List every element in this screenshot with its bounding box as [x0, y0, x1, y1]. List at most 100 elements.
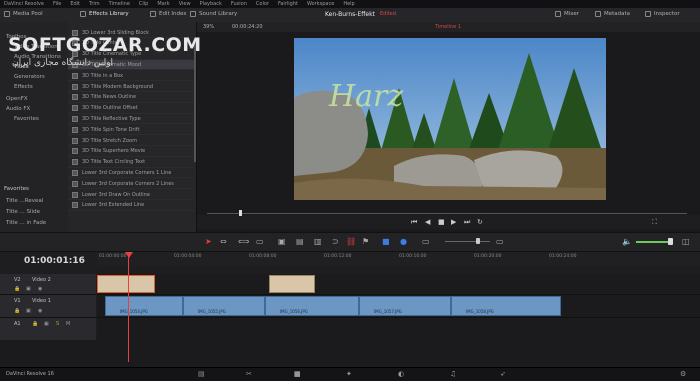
effect-item[interactable]: 3D Title Text Circling Text [68, 158, 194, 168]
menu-fusion[interactable]: Fusion [231, 1, 247, 7]
favorite-item[interactable]: Title ...Reveal [6, 198, 43, 204]
fusion-page-icon[interactable]: ✦ [346, 370, 352, 378]
audio-meter-icon[interactable]: ◫ [682, 237, 690, 246]
sidebar-fairlight-fx[interactable]: Favorites [14, 116, 39, 122]
edit-index-button[interactable]: Edit Index [150, 11, 187, 17]
effect-item[interactable]: 3D Title News Outline [68, 93, 194, 103]
menu-file[interactable]: File [53, 1, 61, 7]
color-page-icon[interactable]: ◐ [398, 370, 404, 378]
scrubber-handle[interactable] [239, 210, 242, 216]
menu-fairlight[interactable]: Fairlight [278, 1, 298, 7]
blade-tool-icon[interactable]: ▭ [256, 237, 264, 246]
metadata-button[interactable]: Metadata [595, 11, 630, 17]
visibility-icon[interactable]: ◉ [38, 286, 42, 292]
solo-icon[interactable]: S [56, 321, 59, 327]
timeline-ruler[interactable]: 01:00:00:00 01:00:04:00 01:00:08:00 01:0… [97, 252, 700, 266]
inspector-button[interactable]: Inspector [645, 11, 680, 17]
lock-icon[interactable]: 🔒 [14, 286, 20, 292]
menu-trim[interactable]: Trim [89, 1, 100, 7]
auto-select-icon[interactable]: ▣ [26, 286, 31, 292]
menu-playback[interactable]: Playback [200, 1, 222, 7]
cut-page-icon[interactable]: ✂ [246, 370, 252, 378]
zoom-slider-handle[interactable] [476, 238, 480, 244]
menu-mark[interactable]: Mark [157, 1, 169, 7]
replace-clip-icon[interactable]: ▥ [314, 237, 322, 246]
playhead[interactable] [128, 252, 129, 362]
effects-library-button[interactable]: Effects Library [80, 11, 129, 17]
insert-clip-icon[interactable]: ▣ [278, 237, 286, 246]
mute-icon[interactable]: M [66, 321, 70, 327]
effect-item[interactable]: 3D Title Reflective Type [68, 114, 194, 125]
track-area-a1[interactable] [97, 318, 700, 341]
timeline-selector[interactable]: Timeline 1 [435, 24, 461, 30]
favorite-item[interactable]: Title ... in Fade [6, 220, 46, 226]
sidebar-openfx[interactable]: OpenFX [6, 96, 28, 102]
zoom-out-icon[interactable]: ▭ [422, 237, 430, 246]
auto-select-icon[interactable]: ▣ [44, 321, 49, 327]
mixer-button[interactable]: Mixer [555, 11, 579, 17]
effect-item[interactable]: 3D Title Modern Background [68, 82, 194, 92]
lock-icon[interactable]: 🔒 [14, 308, 20, 314]
skip-back-icon[interactable]: ⏮ [411, 218, 417, 227]
overwrite-clip-icon[interactable]: ▤ [296, 237, 304, 246]
trim-tool-icon[interactable]: ⇔ [220, 237, 227, 246]
visibility-icon[interactable]: ◉ [38, 308, 42, 314]
effect-item[interactable]: 3D Title Spin Tone Drift [68, 125, 194, 136]
sidebar-generators[interactable]: Generators [14, 74, 45, 80]
favorite-item[interactable]: Title ... Slide [6, 209, 40, 215]
viewer-scrubber[interactable] [207, 213, 687, 214]
effect-item[interactable]: 3D Title Outline Offset [68, 104, 194, 114]
sound-library-button[interactable]: Sound Library [190, 11, 237, 17]
volume-slider[interactable] [636, 241, 670, 243]
menu-edit[interactable]: Edit [70, 1, 80, 7]
media-pool-button[interactable]: Media Pool [4, 11, 43, 17]
sidebar-effects[interactable]: Effects [14, 84, 33, 90]
effects-scrollbar[interactable] [194, 42, 196, 162]
fullscreen-icon[interactable]: ⛶ [652, 218, 657, 227]
play-reverse-icon[interactable]: ◀ [425, 218, 430, 226]
loop-icon[interactable]: ↻ [477, 218, 483, 226]
track-area-v2[interactable] [97, 274, 700, 295]
selection-tool-icon[interactable]: ➤ [205, 237, 212, 246]
menu-timeline[interactable]: Timeline [109, 1, 130, 7]
menu-view[interactable]: View [179, 1, 191, 7]
track-header-a1[interactable]: A1 🔒 ▣ S M [0, 318, 96, 341]
menu-color[interactable]: Color [256, 1, 269, 7]
track-header-v1[interactable]: V1 Video 1 🔒 ▣ ◉ [0, 295, 96, 318]
lock-icon[interactable]: 🔒 [32, 321, 38, 327]
dynamic-trim-icon[interactable]: ⟺ [238, 237, 249, 246]
effect-item[interactable]: Lower 3rd Extended Line [68, 201, 194, 211]
flag-icon[interactable]: ■ [382, 237, 390, 246]
video-clip[interactable]: IMG_1055.JPG [183, 296, 265, 316]
playhead-handle[interactable] [125, 252, 133, 258]
menu-app[interactable]: DaVinci Resolve [4, 1, 44, 7]
track-header-v2[interactable]: V2 Video 2 🔒 ▣ ◉ [0, 274, 96, 295]
link-icon[interactable]: ⛓ [346, 237, 356, 246]
title-clip[interactable] [97, 275, 155, 293]
snapping-icon[interactable]: ⊃ [332, 237, 339, 246]
timeline-zoom-slider[interactable] [445, 241, 490, 242]
position-lock-icon[interactable]: ⚑ [362, 237, 369, 246]
deliver-page-icon[interactable]: ➶ [500, 370, 506, 378]
menu-workspace[interactable]: Workspace [307, 1, 334, 7]
play-icon[interactable]: ▶ [451, 218, 456, 226]
auto-select-icon[interactable]: ▣ [26, 308, 31, 314]
media-page-icon[interactable]: ▤ [198, 370, 205, 378]
edit-page-icon[interactable]: ▦ [294, 370, 301, 378]
effect-item[interactable]: 3D Title Stretch Zoom [68, 136, 194, 146]
zoom-level[interactable]: 39% [203, 24, 214, 30]
effect-item[interactable]: Lower 3rd Corporate Corners 1 Line [68, 168, 194, 179]
track-area-v1[interactable]: IMG_1054.JPG IMG_1055.JPG IMG_1056.JPG I… [97, 295, 700, 318]
video-clip[interactable]: IMG_1056.JPG [265, 296, 359, 316]
skip-forward-icon[interactable]: ⏭ [464, 218, 470, 227]
menu-help[interactable]: Help [343, 1, 354, 7]
video-clip[interactable]: IMG_1057.JPG [359, 296, 451, 316]
volume-handle[interactable] [668, 238, 673, 245]
zoom-in-icon[interactable]: ▭ [496, 237, 504, 246]
menu-clip[interactable]: Clip [139, 1, 148, 7]
title-clip[interactable] [269, 275, 315, 293]
effect-item[interactable]: Lower 3rd Draw On Outline [68, 190, 194, 200]
video-clip[interactable]: IMG_1058.JPG [451, 296, 561, 316]
speaker-icon[interactable]: 🔈 [622, 237, 632, 246]
fairlight-page-icon[interactable]: ♫ [450, 370, 456, 378]
